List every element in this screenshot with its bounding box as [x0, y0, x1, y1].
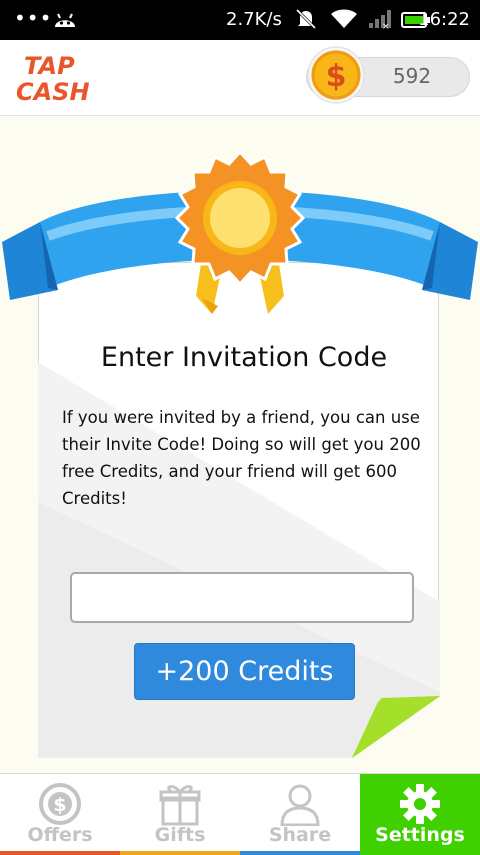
dollar-coin-icon: $	[39, 783, 81, 825]
tab-gifts-bar	[120, 851, 240, 855]
invite-description: If you were invited by a friend, you can…	[62, 408, 421, 508]
tab-settings[interactable]: Settings	[360, 774, 480, 855]
tab-offers[interactable]: $ Offers	[0, 774, 120, 855]
android-icon	[55, 13, 75, 27]
bottom-nav: $ Offers Gifts Share Settings	[0, 773, 480, 855]
tab-share-bar	[240, 851, 360, 855]
tab-gifts-label: Gifts	[154, 824, 206, 846]
gift-icon	[159, 785, 201, 826]
coin-symbol: $	[326, 59, 347, 94]
status-icons: ×	[294, 8, 431, 35]
tab-gifts[interactable]: Gifts	[120, 774, 240, 855]
mute-icon	[295, 8, 317, 30]
credits-count: 592	[392, 64, 432, 88]
clock: 16:22	[418, 9, 470, 30]
person-icon	[280, 784, 320, 826]
redeem-credits-button[interactable]: +200 Credits	[134, 643, 355, 700]
dollar-coin-icon: $	[307, 46, 365, 104]
invite-code-input[interactable]	[70, 572, 414, 623]
tab-share[interactable]: Share	[240, 774, 360, 855]
tab-offers-bar	[0, 851, 120, 855]
tab-settings-bar	[360, 851, 480, 855]
tapcash-logo[interactable]: TAP CASH	[14, 50, 110, 106]
gear-icon	[400, 784, 440, 824]
app-header: TAP CASH $ 592	[0, 40, 480, 116]
logo-text-top: TAP	[24, 52, 75, 80]
tab-share-label: Share	[268, 824, 332, 846]
status-bar: ••• 2.7K/s × 16:22	[0, 0, 480, 40]
wifi-icon	[330, 9, 357, 28]
more-dots-icon: •••	[14, 6, 53, 30]
page-title: Enter Invitation Code	[100, 342, 388, 373]
signal-icon: ×	[369, 10, 392, 32]
tab-settings-label: Settings	[375, 824, 465, 846]
svg-text:$: $	[53, 794, 66, 816]
svg-text:×: ×	[382, 22, 390, 30]
page-curl	[352, 696, 440, 758]
award-medal-icon	[174, 149, 306, 314]
logo-text-bottom: CASH	[16, 78, 90, 106]
network-speed: 2.7K/s	[226, 9, 282, 30]
tab-offers-label: Offers	[27, 824, 93, 846]
